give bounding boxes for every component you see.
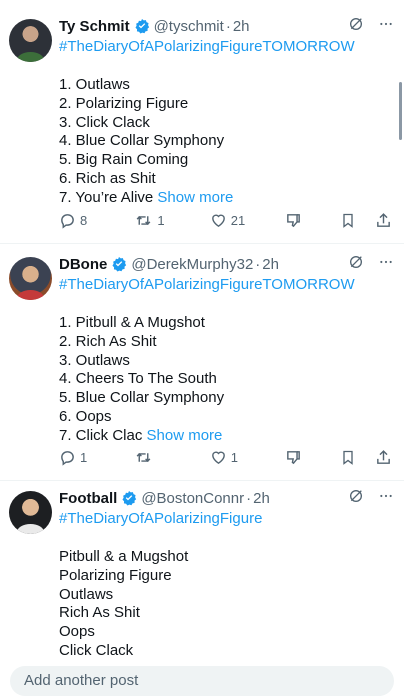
hashtag-link[interactable]: #TheDiaryOfAPolarizingFigureTOMORROW xyxy=(59,275,394,295)
retweet-count: 1 xyxy=(157,213,165,228)
retweet-button[interactable] xyxy=(134,449,198,466)
tweet-line: 3. Click Clack xyxy=(59,113,150,131)
tweet-text: 1. Pitbull & A Mugshot 2. Rich As Shit 3… xyxy=(59,314,394,446)
author-handle[interactable]: @BostonConnr xyxy=(141,490,244,507)
timestamp[interactable]: 2h xyxy=(253,490,270,507)
author-name[interactable]: Football xyxy=(59,490,117,507)
verified-badge-icon xyxy=(122,491,137,506)
more-icon[interactable] xyxy=(378,254,394,270)
avatar[interactable] xyxy=(9,491,52,534)
tweet-line: 4. Blue Collar Symphony xyxy=(59,132,225,150)
dislike-icon xyxy=(287,214,301,228)
reply-icon xyxy=(61,214,74,229)
avatar[interactable] xyxy=(9,257,52,300)
tweet-line: 2. Rich As Shit xyxy=(59,332,157,350)
show-more-link[interactable]: Show more xyxy=(157,189,233,206)
tweet-header: DBone @DerekMurphy32 · 2h xyxy=(59,254,394,274)
show-more-link[interactable]: Show more xyxy=(147,427,223,444)
share-button[interactable] xyxy=(375,212,392,229)
tweet-line-last: 7. You’re Alive Show more xyxy=(59,189,394,208)
tweet-line: 1. Outlaws xyxy=(59,76,130,93)
reply-icon xyxy=(61,451,74,466)
action-bar: 8 1 21 xyxy=(59,212,392,229)
bookmark-icon xyxy=(342,450,353,465)
like-count: 21 xyxy=(230,213,246,228)
tweet-line: Oops xyxy=(59,623,95,641)
tweet-line: Click Clack xyxy=(59,641,134,659)
tweet-line: 4. Cheers To The South xyxy=(59,370,217,388)
hashtag-link[interactable]: #TheDiaryOfAPolarizingFigure xyxy=(59,509,394,529)
reply-button[interactable]: 8 xyxy=(59,212,123,229)
tweet-text: 1. Outlaws 2. Polarizing Figure 3. Click… xyxy=(59,76,394,208)
timestamp[interactable]: 2h xyxy=(233,18,250,35)
like-button[interactable]: 1 xyxy=(210,449,274,466)
tweet-line: 5. Big Rain Coming xyxy=(59,151,189,169)
grok-icon[interactable] xyxy=(348,16,364,32)
reply-composer-input[interactable]: Add another post xyxy=(10,666,394,696)
reply-button[interactable]: 1 xyxy=(59,449,123,466)
separator-dot: · xyxy=(225,17,231,35)
more-icon[interactable] xyxy=(378,488,394,504)
grok-icon[interactable] xyxy=(348,254,364,270)
author-handle[interactable]: @DerekMurphy32 xyxy=(131,256,253,273)
reply-count: 1 xyxy=(80,450,88,465)
retweet-button[interactable]: 1 xyxy=(134,212,198,229)
scrollbar[interactable] xyxy=(399,82,402,140)
reply-count: 8 xyxy=(80,213,88,228)
tweet-line: 3. Outlaws xyxy=(59,351,130,369)
tweet-line: 6. Oops xyxy=(59,407,112,425)
tweet-text: Pitbull & a Mugshot Polarizing Figure Ou… xyxy=(59,548,394,661)
tweet[interactable]: DBone @DerekMurphy32 · 2h #TheDiaryOfAPo… xyxy=(0,244,404,481)
grok-icon[interactable] xyxy=(348,488,364,504)
separator-dot: · xyxy=(255,255,261,273)
author-handle[interactable]: @tyschmit xyxy=(154,18,224,35)
more-icon[interactable] xyxy=(378,16,394,32)
tweet-line: 5. Blue Collar Symphony xyxy=(59,389,225,407)
heart-icon xyxy=(211,451,225,465)
tweet-line: Pitbull & a Mugshot xyxy=(59,548,189,565)
author-name[interactable]: Ty Schmit xyxy=(59,18,130,35)
hashtag-link[interactable]: #TheDiaryOfAPolarizingFigureTOMORROW xyxy=(59,37,394,57)
tweet-line: 6. Rich as Shit xyxy=(59,169,156,187)
tweet-line: Outlaws xyxy=(59,585,114,603)
heart-icon xyxy=(211,214,225,228)
share-icon xyxy=(377,450,390,464)
bookmark-icon xyxy=(342,213,353,228)
bookmark-button[interactable] xyxy=(340,449,356,466)
author-name[interactable]: DBone xyxy=(59,256,107,273)
tweet-header: Football @BostonConnr · 2h xyxy=(59,488,394,508)
tweet[interactable]: Football @BostonConnr · 2h #TheDiaryOfAP… xyxy=(0,481,404,671)
verified-badge-icon xyxy=(135,19,149,34)
separator-dot: · xyxy=(246,489,252,507)
tweet-line: 7. You’re Alive xyxy=(59,188,158,206)
share-button[interactable] xyxy=(375,449,392,466)
avatar[interactable] xyxy=(9,19,52,62)
tweet-header: Ty Schmit @tyschmit · 2h xyxy=(59,16,394,36)
action-bar: 1 1 xyxy=(59,449,392,466)
retweet-icon xyxy=(137,452,151,463)
dislike-icon xyxy=(287,451,301,465)
tweet-line: Polarizing Figure xyxy=(59,566,172,584)
tweet-line: Rich As Shit xyxy=(59,604,140,622)
bookmark-button[interactable] xyxy=(340,212,356,229)
tweet-line-last: 7. Click Clac Show more xyxy=(59,427,394,446)
share-icon xyxy=(377,213,390,227)
tweet-line: 2. Polarizing Figure xyxy=(59,94,189,112)
dislike-button[interactable] xyxy=(285,212,302,229)
tweet-line: 1. Pitbull & A Mugshot xyxy=(59,314,205,331)
tweet-line: 7. Click Clac xyxy=(59,426,147,444)
tweet[interactable]: Ty Schmit @tyschmit · 2h #TheDiaryOfAPol… xyxy=(0,0,404,244)
verified-badge-icon xyxy=(112,257,127,272)
like-count: 1 xyxy=(230,450,239,465)
like-button[interactable]: 21 xyxy=(210,212,274,229)
timestamp[interactable]: 2h xyxy=(262,256,279,273)
retweet-icon xyxy=(137,215,151,226)
dislike-button[interactable] xyxy=(285,449,302,466)
